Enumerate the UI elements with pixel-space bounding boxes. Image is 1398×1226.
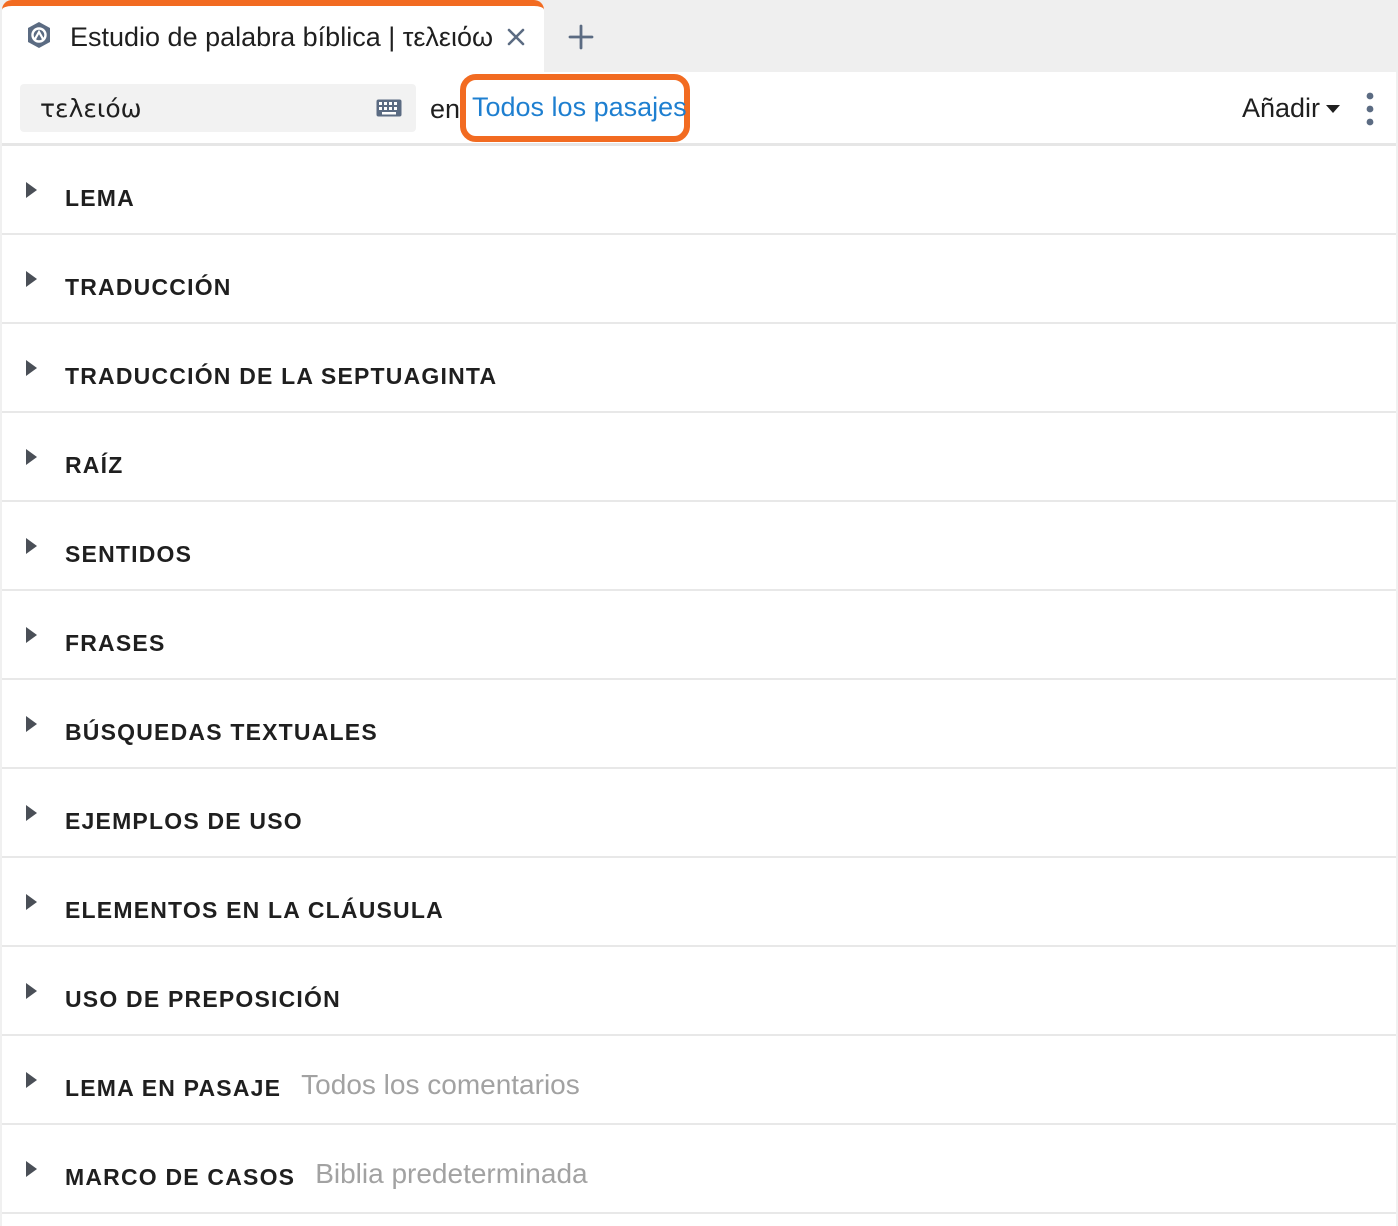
keyboard-icon[interactable]: [376, 99, 402, 117]
section-title: FRASES: [65, 630, 166, 656]
section-label: ELEMENTOS EN LA CLÁUSULA: [65, 893, 464, 925]
section-row[interactable]: BÚSQUEDAS TEXTUALES: [2, 680, 1396, 769]
triangle-right-icon[interactable]: [26, 627, 37, 643]
triangle-right-icon[interactable]: [26, 983, 37, 999]
section-hint[interactable]: Biblia predeterminada: [315, 1158, 587, 1189]
add-button-label: Añadir: [1242, 93, 1321, 123]
triangle-right-icon[interactable]: [26, 360, 37, 376]
tab-bar: Estudio de palabra bíblica | τελειόω: [0, 0, 1398, 74]
section-row[interactable]: LEMA EN PASAJE Todos los comentarios: [2, 1036, 1396, 1125]
section-title: SENTIDOS: [65, 541, 193, 567]
close-icon[interactable]: [502, 23, 530, 51]
section-label: BÚSQUEDAS TEXTUALES: [65, 715, 398, 747]
section-row[interactable]: SENTIDOS: [2, 502, 1396, 591]
section-row[interactable]: FRASES: [2, 591, 1396, 680]
passages-link[interactable]: Todos los pasajes: [472, 92, 687, 123]
section-title: LEMA: [65, 185, 135, 211]
section-row[interactable]: LEMA: [2, 146, 1396, 235]
section-row[interactable]: TRADUCCIÓN: [2, 235, 1396, 324]
add-button[interactable]: Añadir: [1242, 93, 1341, 124]
triangle-right-icon[interactable]: [26, 538, 37, 554]
triangle-right-icon[interactable]: [26, 182, 37, 198]
section-label: SENTIDOS: [65, 537, 212, 569]
active-tab[interactable]: Estudio de palabra bíblica | τελειόω: [2, 0, 544, 74]
section-label: USO DE PREPOSICIÓN: [65, 982, 361, 1014]
section-title: TRADUCCIÓN DE LA SEPTUAGINTA: [65, 363, 498, 389]
section-title: ELEMENTOS EN LA CLÁUSULA: [65, 897, 444, 923]
section-list: LEMA TRADUCCIÓN TRADUCCIÓN DE LA SEPTUAG…: [2, 146, 1396, 1214]
section-label: TRADUCCIÓN: [65, 270, 252, 302]
plus-icon[interactable]: [566, 22, 596, 52]
section-label: FRASES: [65, 626, 186, 658]
triangle-right-icon[interactable]: [26, 271, 37, 287]
triangle-right-icon[interactable]: [26, 1072, 37, 1088]
section-title: EJEMPLOS DE USO: [65, 808, 303, 834]
triangle-right-icon[interactable]: [26, 1161, 37, 1177]
logos-app-icon: [28, 22, 50, 48]
section-label: TRADUCCIÓN DE LA SEPTUAGINTA: [65, 359, 517, 391]
vertical-ellipsis-icon[interactable]: [1360, 92, 1380, 126]
search-box[interactable]: [20, 84, 416, 132]
section-title: BÚSQUEDAS TEXTUALES: [65, 719, 378, 745]
section-label: LEMA: [65, 181, 155, 213]
word-study-panel: en Todos los pasajes Añadir LEMA TRADUCC…: [2, 72, 1396, 1226]
section-row[interactable]: TRADUCCIÓN DE LA SEPTUAGINTA: [2, 324, 1396, 413]
section-row[interactable]: ELEMENTOS EN LA CLÁUSULA: [2, 858, 1396, 947]
section-row[interactable]: EJEMPLOS DE USO: [2, 769, 1396, 858]
section-label: RAÍZ: [65, 448, 143, 480]
section-hint[interactable]: Todos los comentarios: [301, 1069, 580, 1100]
toolbar: en Todos los pasajes Añadir: [2, 72, 1396, 146]
triangle-right-icon[interactable]: [26, 449, 37, 465]
section-row[interactable]: MARCO DE CASOS Biblia predeterminada: [2, 1125, 1396, 1214]
section-label: LEMA EN PASAJE Todos los comentarios: [65, 1069, 580, 1103]
in-label: en: [430, 94, 461, 124]
tab-title: Estudio de palabra bíblica | τελειόω: [70, 22, 494, 52]
section-row[interactable]: USO DE PREPOSICIÓN: [2, 947, 1396, 1036]
section-title: RAÍZ: [65, 452, 124, 478]
triangle-right-icon[interactable]: [26, 716, 37, 732]
section-title: TRADUCCIÓN: [65, 274, 232, 300]
caret-down-icon: [1326, 104, 1341, 113]
section-label: EJEMPLOS DE USO: [65, 804, 323, 836]
section-title: MARCO DE CASOS: [65, 1164, 296, 1190]
triangle-right-icon[interactable]: [26, 805, 37, 821]
search-input[interactable]: [40, 92, 360, 124]
section-label: MARCO DE CASOS Biblia predeterminada: [65, 1158, 588, 1192]
triangle-right-icon[interactable]: [26, 894, 37, 910]
section-title: USO DE PREPOSICIÓN: [65, 986, 341, 1012]
section-title: LEMA EN PASAJE: [65, 1075, 282, 1101]
section-row[interactable]: RAÍZ: [2, 413, 1396, 502]
